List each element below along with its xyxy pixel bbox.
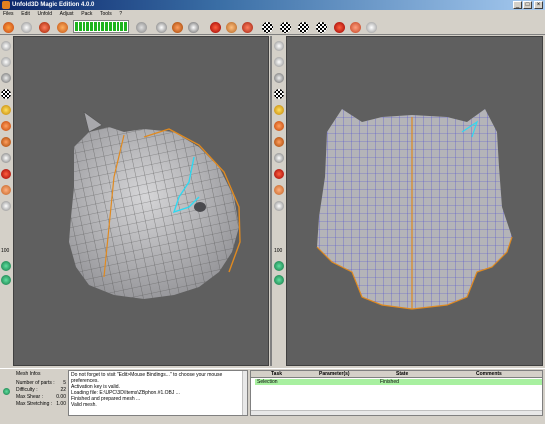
view-sphere2-icon[interactable] bbox=[1, 57, 11, 67]
mesh-info-row: Number of parts :5 bbox=[16, 380, 66, 386]
relax-icon[interactable] bbox=[136, 22, 147, 33]
uv-zoom-out-icon[interactable] bbox=[274, 275, 284, 285]
shade-icon[interactable] bbox=[1, 73, 11, 83]
head-3d-mesh bbox=[69, 111, 241, 299]
uv-light-icon[interactable] bbox=[274, 105, 284, 115]
menu-bar: Files Edit Unfold Adjust Pack Tools ? bbox=[0, 10, 545, 19]
mesh-info-row: Max Stretching :1.00 bbox=[16, 401, 66, 407]
zoom-label-right: 100 bbox=[274, 248, 283, 254]
zoom-label-left: 100 bbox=[1, 248, 10, 254]
col-task[interactable]: Task bbox=[271, 371, 282, 378]
view-sphere-icon[interactable] bbox=[1, 41, 11, 51]
task-table: Task Parameter(s) State Comments Selecti… bbox=[250, 370, 543, 416]
mesh-info-panel: Mesh Infos Number of parts :5 Difficulty… bbox=[12, 371, 67, 419]
task-scrollbar[interactable] bbox=[251, 410, 542, 415]
menu-files[interactable]: Files bbox=[0, 10, 17, 19]
unfold-icon[interactable] bbox=[39, 22, 50, 33]
viewport-3d[interactable] bbox=[13, 36, 269, 366]
col-comments[interactable]: Comments bbox=[476, 371, 502, 378]
log-scrollbar[interactable] bbox=[242, 371, 247, 415]
mesh-info-row: Difficulty :22 bbox=[16, 387, 66, 393]
right-uv-tools bbox=[273, 35, 285, 367]
seam-icon[interactable] bbox=[210, 22, 221, 33]
edge-icon[interactable] bbox=[1, 153, 11, 163]
sphere-icon[interactable] bbox=[21, 22, 32, 33]
rotate-icon[interactable] bbox=[1, 137, 11, 147]
uv-shade-icon[interactable] bbox=[274, 73, 284, 83]
left-3d-tools bbox=[0, 35, 12, 367]
head-uv-mesh bbox=[316, 109, 513, 310]
checker-view-icon[interactable] bbox=[1, 89, 11, 99]
cut-tool-icon[interactable] bbox=[1, 185, 11, 195]
optimize-icon[interactable] bbox=[57, 22, 68, 33]
uv-sphere2-icon[interactable] bbox=[274, 57, 284, 67]
table-row[interactable]: Selection Finished bbox=[255, 379, 542, 385]
viewport-divider[interactable] bbox=[270, 36, 272, 366]
window-title: Unfold3D Magic Edition 4.0.0 bbox=[12, 2, 95, 8]
open-icon[interactable] bbox=[3, 22, 14, 33]
select-icon[interactable] bbox=[188, 22, 199, 33]
pin-icon[interactable] bbox=[226, 22, 237, 33]
mesh-info-header: Mesh Infos bbox=[16, 371, 41, 377]
menu-adjust[interactable]: Adjust bbox=[57, 10, 77, 19]
brush-icon[interactable] bbox=[1, 201, 11, 211]
weld-icon[interactable] bbox=[172, 22, 183, 33]
col-params[interactable]: Parameter(s) bbox=[319, 371, 350, 378]
minimize-button[interactable]: _ bbox=[513, 1, 522, 9]
uv-brush-icon[interactable] bbox=[274, 201, 284, 211]
zoom-out-icon[interactable] bbox=[1, 275, 11, 285]
cut-icon[interactable] bbox=[156, 22, 167, 33]
task-table-header: Task Parameter(s) State Comments bbox=[251, 371, 542, 378]
mesh-refresh-icon[interactable] bbox=[3, 388, 10, 395]
move-icon[interactable] bbox=[1, 121, 11, 131]
menu-unfold[interactable]: Unfold bbox=[35, 10, 55, 19]
help-icon[interactable] bbox=[366, 22, 377, 33]
light-icon[interactable] bbox=[1, 105, 11, 115]
menu-help[interactable]: ? bbox=[116, 10, 125, 19]
uv-edge-icon[interactable] bbox=[274, 153, 284, 163]
log-line: Valid mesh. bbox=[71, 402, 97, 408]
menu-edit[interactable]: Edit bbox=[18, 10, 33, 19]
app-icon bbox=[2, 1, 10, 9]
delete-icon[interactable] bbox=[1, 169, 11, 179]
pack-icon[interactable] bbox=[334, 22, 345, 33]
log-line: Do not forget to visit "Edit>Mouse Bindi… bbox=[71, 372, 223, 384]
clear-icon[interactable] bbox=[242, 22, 253, 33]
checker3-icon[interactable] bbox=[298, 22, 309, 33]
uv-zoom-in-icon[interactable] bbox=[274, 261, 284, 271]
uv-move-icon[interactable] bbox=[274, 121, 284, 131]
title-bar: Unfold3D Magic Edition 4.0.0 _ □ × bbox=[0, 0, 545, 10]
zoom-in-icon[interactable] bbox=[1, 261, 11, 271]
progress-bar bbox=[73, 20, 129, 33]
close-button[interactable]: × bbox=[534, 1, 543, 9]
checker2-icon[interactable] bbox=[280, 22, 291, 33]
pack2-icon[interactable] bbox=[350, 22, 361, 33]
maximize-button[interactable]: □ bbox=[523, 1, 532, 9]
checker-icon[interactable] bbox=[262, 22, 273, 33]
uv-cut-icon[interactable] bbox=[274, 185, 284, 195]
log-console[interactable]: Do not forget to visit "Edit>Mouse Bindi… bbox=[68, 370, 248, 416]
uv-sphere-icon[interactable] bbox=[274, 41, 284, 51]
uv-rotate-icon[interactable] bbox=[274, 137, 284, 147]
menu-pack[interactable]: Pack bbox=[78, 10, 95, 19]
uv-delete-icon[interactable] bbox=[274, 169, 284, 179]
uv-checker-icon[interactable] bbox=[274, 89, 284, 99]
mesh-info-row: Max Shear :0.00 bbox=[16, 394, 66, 400]
viewport-uv[interactable] bbox=[286, 36, 543, 366]
col-state[interactable]: State bbox=[396, 371, 408, 378]
menu-tools[interactable]: Tools bbox=[97, 10, 115, 19]
checker4-icon[interactable] bbox=[316, 22, 327, 33]
